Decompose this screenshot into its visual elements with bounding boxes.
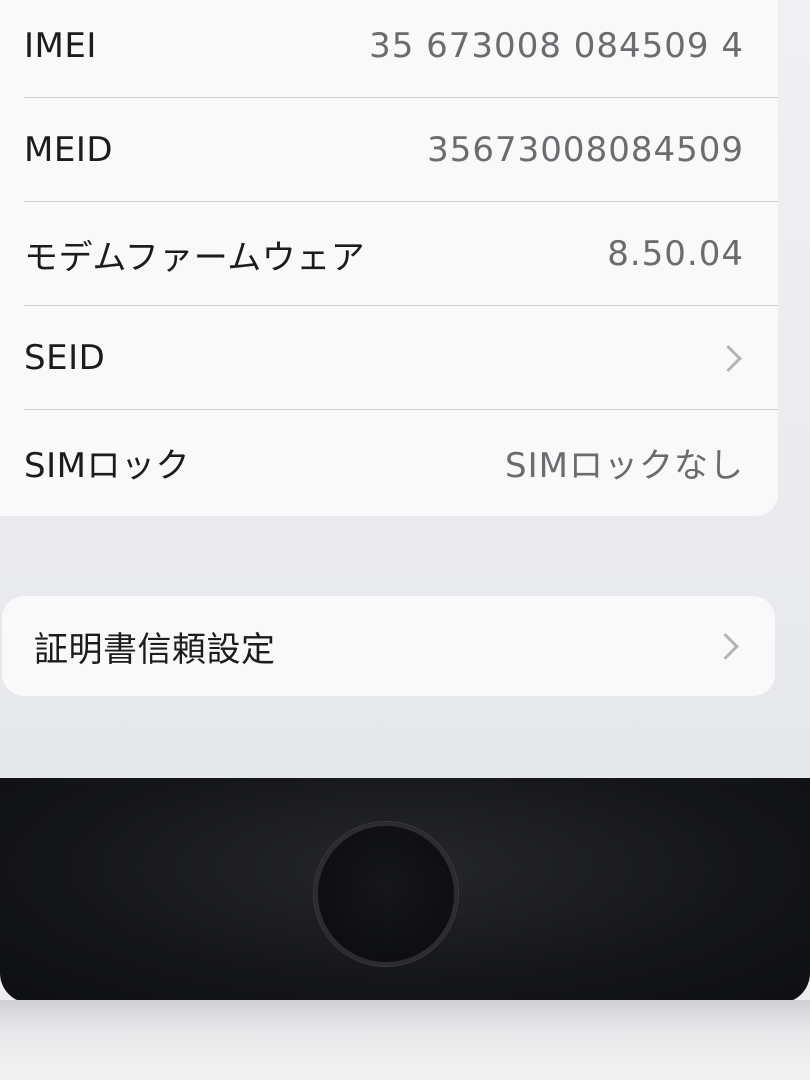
home-button[interactable] (314, 822, 458, 966)
row-meid: MEID 35673008084509 (24, 98, 778, 202)
row-seid[interactable]: SEID (24, 306, 778, 410)
imei-label: IMEI (24, 26, 97, 66)
sim-lock-value: SIMロックなし (505, 445, 744, 486)
certificate-trust-group: 証明書信頼設定 (2, 596, 775, 696)
surface-background (0, 1000, 810, 1080)
row-certificate-trust[interactable]: 証明書信頼設定 (34, 594, 775, 698)
certificate-trust-label: 証明書信頼設定 (34, 629, 276, 670)
row-imei: IMEI 35 673008 084509 4 (24, 0, 778, 98)
row-modem-firmware: モデムファームウェア 8.50.04 (24, 202, 778, 306)
meid-label: MEID (24, 130, 114, 170)
modem-firmware-value: 8.50.04 (607, 234, 744, 274)
about-info-group: IMEI 35 673008 084509 4 MEID 35673008084… (0, 0, 778, 516)
row-sim-lock: SIMロック SIMロックなし (24, 410, 778, 514)
seid-label: SEID (24, 338, 106, 378)
chevron-right-icon (715, 344, 742, 372)
chevron-right-icon (712, 632, 739, 660)
sim-lock-label: SIMロック (24, 445, 190, 486)
imei-value: 35 673008 084509 4 (369, 26, 744, 66)
settings-screen: IMEI 35 673008 084509 4 MEID 35673008084… (0, 0, 810, 780)
meid-value: 35673008084509 (427, 130, 744, 170)
modem-firmware-label: モデムファームウェア (24, 237, 366, 278)
